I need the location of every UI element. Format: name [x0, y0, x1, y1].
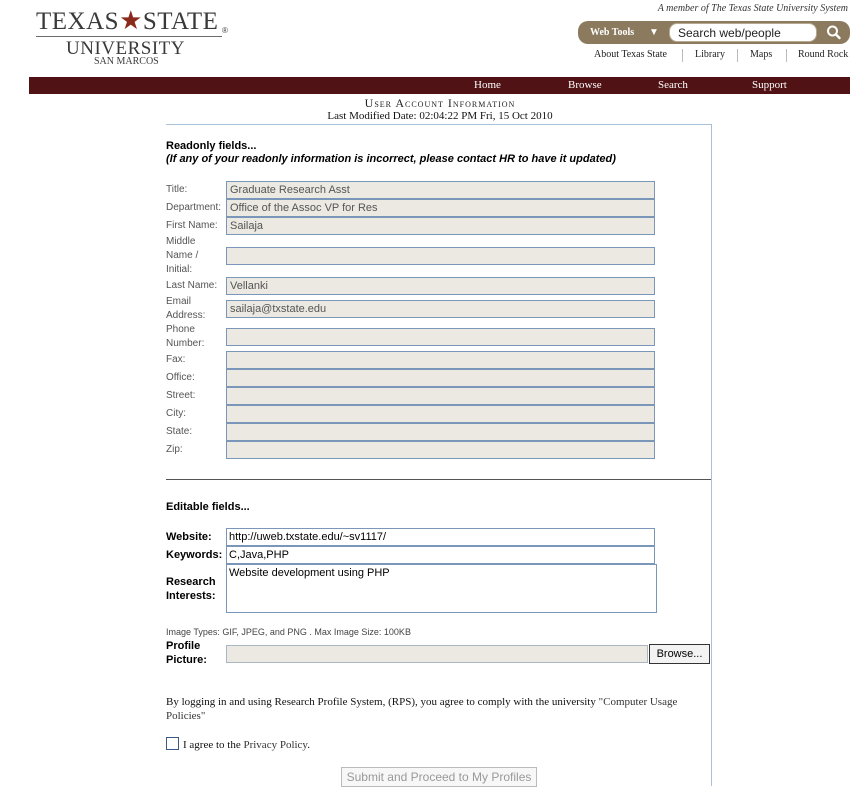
logo-text-texas: TEXAS [36, 8, 120, 35]
maps-link[interactable]: Maps [750, 49, 772, 60]
about-link[interactable]: About Texas State [594, 49, 667, 60]
last-name-label: Last Name: [166, 280, 218, 291]
submit-button[interactable]: Submit and Proceed to My Profiles [341, 767, 537, 787]
divider [737, 49, 738, 62]
browse-button[interactable]: Browse... [649, 644, 710, 664]
nav-browse[interactable]: Browse [568, 79, 602, 91]
readonly-heading: Readonly fields... [166, 140, 257, 152]
registered-mark: ® [222, 26, 228, 35]
main-nav: Home Browse Search Support [29, 77, 850, 94]
keywords-field[interactable] [226, 546, 655, 564]
research-interests-field[interactable]: Website development using PHP [226, 564, 657, 613]
page-title: User Account Information [364, 96, 516, 110]
email-label: Email Address: [166, 296, 206, 321]
first-name-field: Sailaja [226, 217, 655, 235]
agree-label: I agree to the Privacy Policy. [183, 739, 310, 751]
profile-picture-label: Profile Picture: [166, 640, 207, 666]
star-icon: ★ [119, 6, 143, 35]
city-label: City: [166, 408, 186, 419]
agree-prefix: I agree to the [183, 739, 244, 751]
middle-name-label: Middle Name / Initial: [166, 236, 199, 275]
nav-search[interactable]: Search [658, 79, 688, 91]
web-tools-label: Web Tools [590, 27, 635, 38]
website-label: Website: [166, 531, 212, 543]
fax-field [226, 351, 655, 369]
zip-label: Zip: [166, 444, 183, 455]
title-field: Graduate Research Asst [226, 181, 655, 199]
search-icon [827, 25, 841, 40]
street-field [226, 387, 655, 405]
divider [682, 49, 683, 62]
section-divider [166, 479, 711, 480]
divider [786, 49, 787, 62]
triangle-down-icon: ▼ [649, 27, 659, 38]
profile-picture-field[interactable] [226, 645, 648, 663]
title-label: Title: [166, 184, 188, 195]
top-links: About Texas State Library Maps Round Roc… [0, 49, 858, 63]
nav-support[interactable]: Support [752, 79, 787, 91]
phone-field [226, 328, 655, 346]
panel-top-border [166, 124, 712, 125]
search-button[interactable] [822, 23, 846, 42]
first-name-label: First Name: [166, 220, 218, 231]
phone-label: Phone Number: [166, 324, 205, 349]
research-interests-label: Research Interests: [166, 576, 216, 602]
agree-checkbox[interactable] [166, 737, 179, 750]
member-text: A member of The Texas State University S… [657, 3, 848, 14]
street-label: Street: [166, 390, 196, 401]
logo-rule [36, 36, 222, 37]
nav-home[interactable]: Home [474, 79, 501, 91]
editable-heading: Editable fields... [166, 501, 250, 513]
round-rock-link[interactable]: Round Rock [798, 49, 848, 60]
email-field: sailaja@txstate.edu [226, 300, 655, 318]
terms-body: By logging in and using Research Profile… [166, 696, 599, 708]
library-link[interactable]: Library [695, 49, 725, 60]
city-field [226, 405, 655, 423]
privacy-policy-link[interactable]: Privacy Policy [243, 739, 307, 751]
middle-name-field [226, 247, 655, 265]
readonly-note: (If any of your readonly information is … [166, 153, 616, 165]
state-field [226, 423, 655, 441]
office-field [226, 369, 655, 387]
zip-field [226, 441, 655, 459]
website-field[interactable] [226, 528, 655, 546]
terms-text: By logging in and using Research Profile… [166, 695, 706, 723]
department-field: Office of the Assoc VP for Res [226, 199, 655, 217]
agree-suffix: . [307, 739, 310, 751]
image-info: Image Types: GIF, JPEG, and PNG . Max Im… [166, 627, 411, 637]
search-input[interactable] [669, 23, 817, 42]
logo-line1: TEXAS★STATE [36, 6, 218, 36]
office-label: Office: [166, 372, 195, 383]
state-label: State: [166, 426, 193, 437]
panel-right-border [711, 124, 712, 786]
last-modified: Last Modified Date: 02:04:22 PM Fri, 15 … [327, 110, 553, 122]
fax-label: Fax: [166, 354, 186, 365]
last-name-field: Vellanki [226, 277, 655, 295]
keywords-label: Keywords: [166, 549, 223, 561]
web-tools-button[interactable]: Web Tools ▼ [582, 23, 664, 42]
logo-text-state: STATE [142, 8, 219, 35]
